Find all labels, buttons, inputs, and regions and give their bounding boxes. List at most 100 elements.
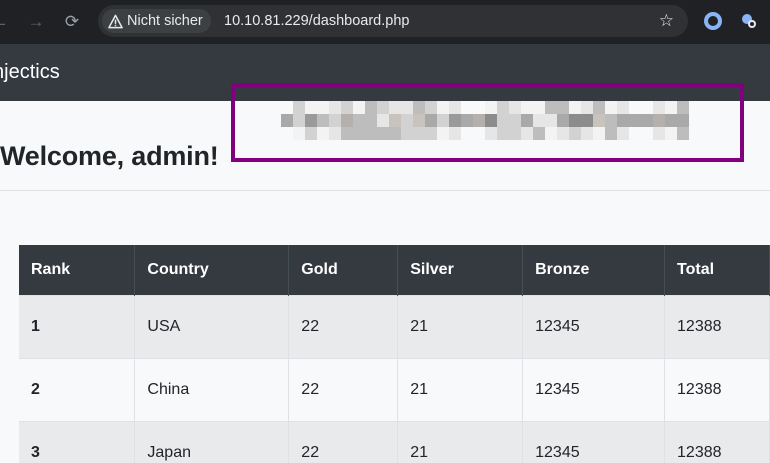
pixel-block <box>353 127 365 140</box>
cell-total: 12388 <box>664 294 770 358</box>
pixel-block <box>341 127 353 140</box>
pixel-block <box>461 101 473 114</box>
pixel-block <box>653 114 665 127</box>
pixel-block <box>581 101 593 114</box>
pixel-block <box>341 101 353 114</box>
navbar-brand[interactable]: njectics <box>0 44 60 101</box>
pixel-block <box>485 127 497 140</box>
pixel-block <box>353 114 365 127</box>
medal-table: Rank Country Gold Silver Bronze Total 1 … <box>19 245 770 463</box>
cell-total: 12388 <box>664 420 770 463</box>
pixel-block <box>509 114 521 127</box>
security-indicator[interactable]: Nicht sicher <box>102 9 211 33</box>
table-row: 1 USA 22 21 12345 12388 <box>19 294 770 358</box>
table-row: 3 Japan 22 21 12345 12388 <box>19 420 770 463</box>
pixel-block <box>641 114 653 127</box>
table-header-row: Rank Country Gold Silver Bronze Total <box>19 245 770 295</box>
cell-gold: 22 <box>288 357 399 421</box>
pixel-block <box>461 114 473 127</box>
pixel-block <box>449 127 461 140</box>
extension-circle-icon[interactable] <box>704 12 722 30</box>
address-bar[interactable]: Nicht sicher 10.10.81.229/dashboard.php … <box>98 5 688 37</box>
cell-rank: 3 <box>19 420 136 463</box>
pixel-block <box>593 101 605 114</box>
pixel-block <box>557 101 569 114</box>
pixel-block <box>305 114 317 127</box>
pixel-block <box>317 101 329 114</box>
warning-triangle-icon <box>108 14 123 28</box>
pixel-block <box>545 114 557 127</box>
pixel-block <box>509 127 521 140</box>
pixel-block <box>605 114 617 127</box>
reload-icon[interactable]: ⟳ <box>60 10 84 34</box>
pixel-block <box>605 101 617 114</box>
cell-silver: 21 <box>397 420 524 463</box>
pixel-block <box>329 127 341 140</box>
browser-toolbar: ← → ⟳ Nicht sicher 10.10.81.229/dashboar… <box>0 0 770 44</box>
pixel-block <box>641 127 653 140</box>
pixel-block <box>533 127 545 140</box>
pixel-block <box>437 114 449 127</box>
pixel-block <box>365 127 377 140</box>
welcome-heading: Welcome, admin! <box>0 141 219 171</box>
cell-gold: 22 <box>288 294 399 358</box>
pixel-block <box>353 101 365 114</box>
pixel-block <box>677 127 689 140</box>
pixel-block <box>473 114 485 127</box>
pixel-block <box>437 127 449 140</box>
pixel-block <box>497 101 509 114</box>
pixel-block <box>521 114 533 127</box>
back-arrow-icon[interactable]: ← <box>0 10 12 34</box>
forward-arrow-icon[interactable]: → <box>24 10 48 34</box>
cell-bronze: 12345 <box>522 420 666 463</box>
pixel-block <box>377 101 389 114</box>
pixel-block <box>365 114 377 127</box>
url-text[interactable]: 10.10.81.229/dashboard.php <box>224 5 409 37</box>
pixel-block <box>557 114 569 127</box>
pixel-block <box>617 127 629 140</box>
bookmark-star-icon[interactable]: ☆ <box>659 5 674 37</box>
header-rank: Rank <box>19 245 136 295</box>
pixel-block <box>329 101 341 114</box>
cell-country: USA <box>134 294 290 358</box>
pixel-block <box>617 101 629 114</box>
cell-country: China <box>134 357 290 421</box>
pixel-block <box>317 114 329 127</box>
pixel-block <box>485 114 497 127</box>
pixel-block <box>389 101 401 114</box>
pixel-block <box>473 127 485 140</box>
cell-country: Japan <box>134 420 290 463</box>
pixel-block <box>425 101 437 114</box>
pixel-block <box>293 114 305 127</box>
pixel-block <box>365 101 377 114</box>
pixel-block <box>545 101 557 114</box>
pixel-block <box>293 127 305 140</box>
pixel-block <box>533 101 545 114</box>
pixel-block <box>425 114 437 127</box>
pixel-block <box>401 127 413 140</box>
pixel-block <box>293 101 305 114</box>
extension-puzzle-icon[interactable] <box>740 12 758 30</box>
header-total: Total <box>664 245 770 295</box>
pixel-block <box>593 114 605 127</box>
pixel-block <box>413 114 425 127</box>
pixel-block <box>569 114 581 127</box>
pixel-block <box>461 127 473 140</box>
pixel-block <box>485 101 497 114</box>
cell-total: 12388 <box>664 357 770 421</box>
pixel-block <box>617 114 629 127</box>
header-country: Country <box>134 245 290 295</box>
pixelated-redacted-text <box>281 101 689 141</box>
divider <box>0 190 770 191</box>
cell-silver: 21 <box>397 357 524 421</box>
header-bronze: Bronze <box>522 245 666 295</box>
pixel-block <box>509 101 521 114</box>
pixel-block <box>581 114 593 127</box>
pixel-block <box>341 114 353 127</box>
pixel-block <box>653 127 665 140</box>
cell-bronze: 12345 <box>522 294 666 358</box>
pixel-block <box>413 127 425 140</box>
pixel-block <box>569 127 581 140</box>
pixel-block <box>413 101 425 114</box>
pixel-block <box>641 101 653 114</box>
